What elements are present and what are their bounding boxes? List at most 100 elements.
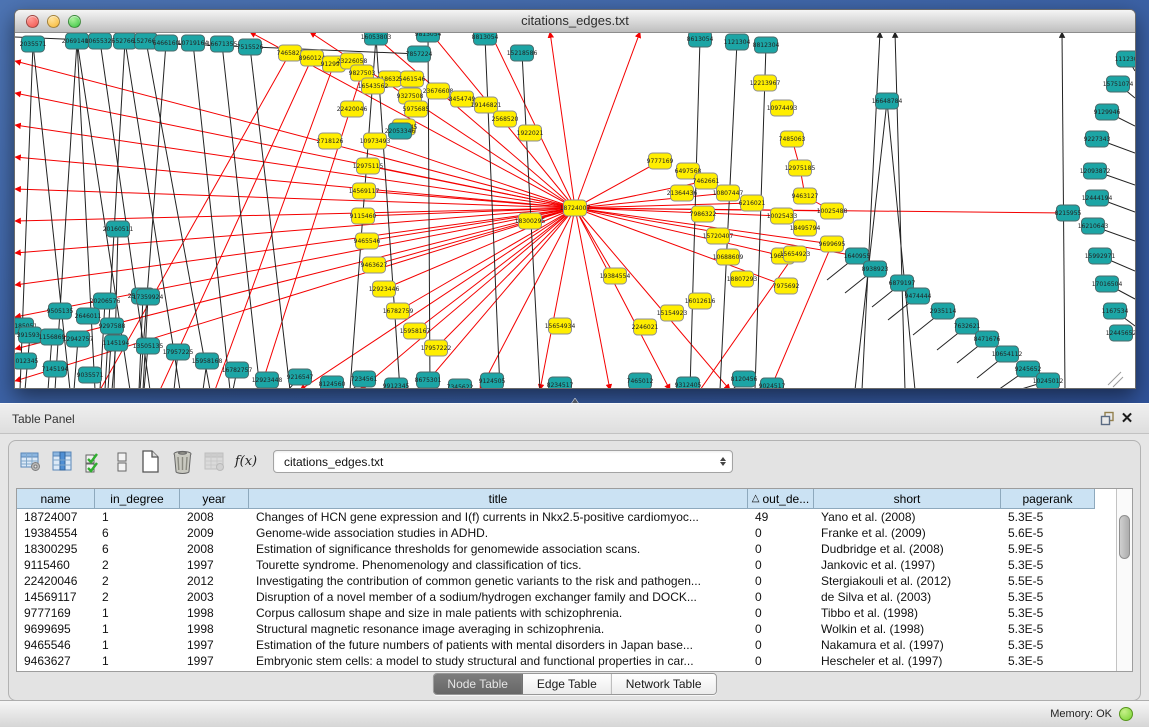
graph-node-label: 7975692 xyxy=(773,283,800,290)
table-cell: 2012 xyxy=(180,573,249,589)
graph-node-label: 12444194 xyxy=(1082,195,1113,202)
table-mode-button[interactable] xyxy=(17,448,43,475)
graph-node-label: 5461546 xyxy=(399,76,426,83)
table-row[interactable]: 1830029562008Estimation of significance … xyxy=(17,541,1095,557)
table-row[interactable]: 946554611997Estimation of the future num… xyxy=(17,637,1095,653)
network-canvas[interactable]: 2035571206914061065532755276671527662646… xyxy=(15,33,1135,389)
nodes-layer: 2035571206914061065532755276671527662646… xyxy=(15,33,1135,389)
graph-node-label: 18495794 xyxy=(790,225,821,232)
table-cell: 2008 xyxy=(180,541,249,557)
float-panel-icon[interactable] xyxy=(1097,409,1117,429)
function-builder-button[interactable]: f(x) xyxy=(233,448,259,475)
table-cell: Disruption of a novel member of a sodium… xyxy=(249,589,748,605)
table-cell: Yano et al. (2008) xyxy=(814,509,1001,525)
table-cell: Dudbridge et al. (2008) xyxy=(814,541,1001,557)
table-row[interactable]: 977716911998Corpus callosum shape and si… xyxy=(17,605,1095,621)
table-row[interactable]: 911546021997Tourette syndrome. Phenomeno… xyxy=(17,557,1095,573)
tab-edge-table[interactable]: Edge Table xyxy=(523,674,612,694)
graph-node-label: 17359924 xyxy=(133,294,164,301)
graph-node-label: 12445652 xyxy=(1106,330,1135,337)
graph-node-label: 2718126 xyxy=(317,138,344,145)
column-header-short[interactable]: short xyxy=(814,489,1001,508)
table-cell: 0 xyxy=(748,573,814,589)
table-cell: 5.9E-5 xyxy=(1001,541,1095,557)
graph-node-label: 7986322 xyxy=(690,211,717,218)
table-cell: Jankovic et al. (1997) xyxy=(814,557,1001,573)
column-header-pagerank[interactable]: pagerank xyxy=(1001,489,1095,508)
table-cell: 5.3E-5 xyxy=(1001,605,1095,621)
table-cell: 2 xyxy=(95,589,180,605)
scrollbar-thumb[interactable] xyxy=(1119,515,1130,559)
table-cell: Tibbo et al. (1998) xyxy=(814,605,1001,621)
graph-node-label: 1156869 xyxy=(39,334,66,341)
graph-node-label: 9777169 xyxy=(647,158,674,165)
network-view-window: citations_edges.txt 20355712069140610655… xyxy=(14,9,1136,389)
table-cell: Structural magnetic resonance image aver… xyxy=(249,621,748,637)
graph-node-label: 9124505 xyxy=(479,378,506,385)
network-graph[interactable]: 2035571206914061065532755276671527662646… xyxy=(15,33,1135,389)
graph-node-label: 20206576 xyxy=(90,298,121,305)
table-cell: 1 xyxy=(95,605,180,621)
graph-node-label: 9327508 xyxy=(397,93,424,100)
column-header-out_de[interactable]: △out_de... xyxy=(748,489,814,508)
graph-node-label: 16012616 xyxy=(685,298,716,305)
select-all-button[interactable] xyxy=(81,448,107,475)
graph-node-label: 7145194 xyxy=(42,366,69,373)
graph-node-label: 7345622 xyxy=(447,384,474,389)
new-column-button[interactable] xyxy=(137,448,163,475)
graph-node-label: 6216021 xyxy=(739,200,766,207)
graph-node-label: 9245652 xyxy=(1015,366,1042,373)
table-toolbar: f(x) citations_edges.txt xyxy=(9,441,1140,481)
table-row[interactable]: 2242004622012Investigating the contribut… xyxy=(17,573,1095,589)
graph-node-label: 8124560 xyxy=(319,381,346,388)
network-desktop: citations_edges.txt 20355712069140610655… xyxy=(0,0,1149,403)
graph-node-label: 17957225 xyxy=(163,349,194,356)
graph-node-label: 15720407 xyxy=(703,233,734,240)
table-row[interactable]: 969969511998Structural magnetic resonanc… xyxy=(17,621,1095,637)
column-header-name[interactable]: name xyxy=(17,489,95,508)
minimize-button[interactable] xyxy=(47,15,60,28)
close-panel-icon[interactable]: ✕ xyxy=(1117,409,1137,429)
table-cell: 2 xyxy=(95,557,180,573)
table-cell: 9463627 xyxy=(17,653,95,669)
show-columns-button[interactable] xyxy=(49,448,75,475)
window-titlebar[interactable]: citations_edges.txt xyxy=(15,10,1135,33)
graph-node-label: 6466160 xyxy=(153,40,180,47)
column-header-title[interactable]: title xyxy=(249,489,748,508)
graph-edge xyxy=(575,33,640,208)
memory-ok-icon[interactable] xyxy=(1119,707,1133,721)
table-cell: 6 xyxy=(95,525,180,541)
table-cell: 1998 xyxy=(180,605,249,621)
node-table: namein_degreeyeartitle△out_de...shortpag… xyxy=(16,488,1133,672)
graph-node-label: 2646011 xyxy=(75,313,102,320)
table-cell: 1998 xyxy=(180,621,249,637)
toggle-column-button[interactable] xyxy=(113,448,131,475)
table-row[interactable]: 946362711997Embryonic stem cells: a mode… xyxy=(17,653,1095,669)
table-row[interactable]: 1938455462009Genome-wide association stu… xyxy=(17,525,1095,541)
column-header-year[interactable]: year xyxy=(180,489,249,508)
graph-node-label: 2246021 xyxy=(632,324,659,331)
table-cell: Wolkin et al. (1998) xyxy=(814,621,1001,637)
zoom-button[interactable] xyxy=(68,15,81,28)
graph-node-label: 15992971 xyxy=(1085,253,1116,260)
close-button[interactable] xyxy=(26,15,39,28)
graph-node-label: 9035571 xyxy=(77,372,104,379)
table-row[interactable]: 1872400712008Changes of HCN gene express… xyxy=(17,509,1095,525)
graph-node-label: 1922021 xyxy=(517,130,544,137)
graph-node-label: 9227343 xyxy=(1084,136,1111,143)
table-cell: 1 xyxy=(95,653,180,669)
tab-node-table[interactable]: Node Table xyxy=(433,674,523,694)
graph-node-label: 15218586 xyxy=(507,50,538,57)
table-selector-dropdown[interactable]: citations_edges.txt xyxy=(273,450,733,473)
graph-node-label: 15654923 xyxy=(780,251,811,258)
table-row[interactable]: 1456911722003Disruption of a novel membe… xyxy=(17,589,1095,605)
vertical-scrollbar[interactable] xyxy=(1116,489,1132,671)
column-header-in_degree[interactable]: in_degree xyxy=(95,489,180,508)
tab-network-table[interactable]: Network Table xyxy=(612,674,716,694)
graph-node-label: 10973493 xyxy=(360,138,391,145)
graph-node-label: 12923446 xyxy=(369,286,400,293)
resize-grip-icon[interactable] xyxy=(1108,372,1123,387)
delete-button[interactable] xyxy=(169,448,195,475)
table-cell: 1997 xyxy=(180,653,249,669)
graph-node-label: 23226058 xyxy=(337,58,368,65)
